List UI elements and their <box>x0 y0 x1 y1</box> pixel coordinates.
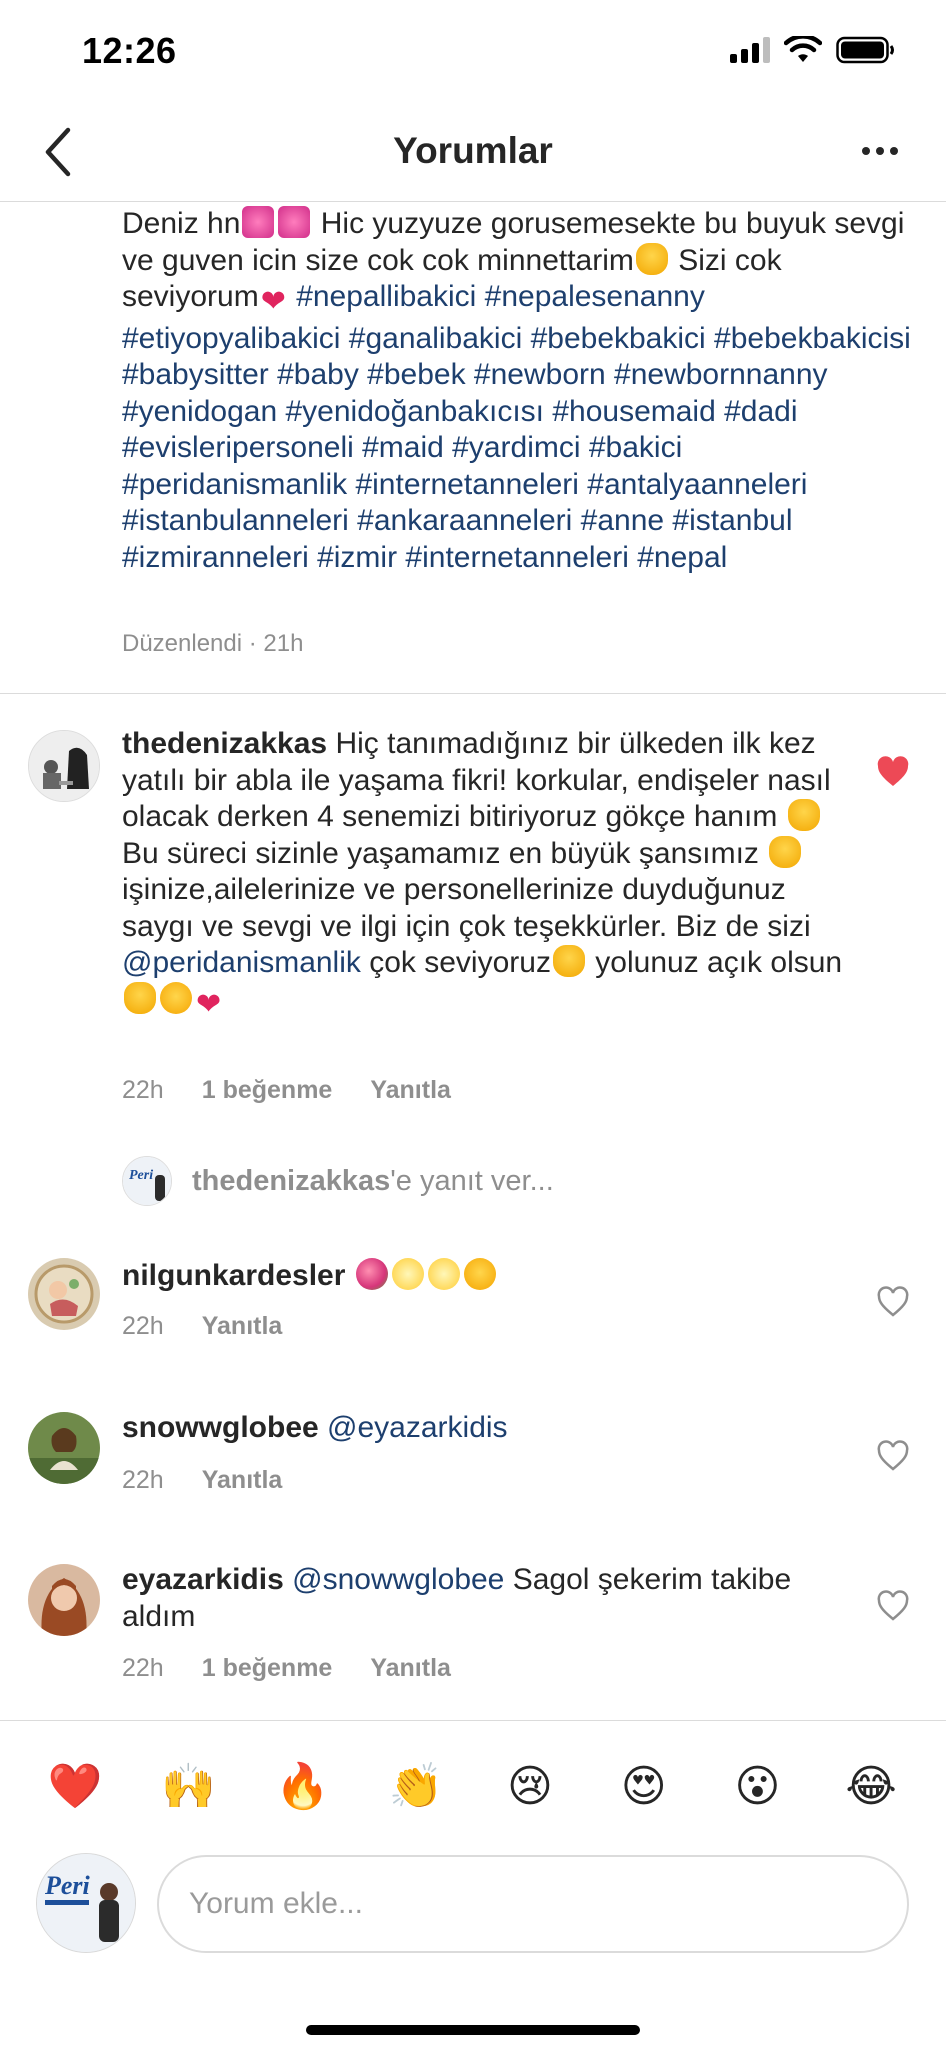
comment-username[interactable]: nilgunkardesler <box>122 1259 345 1292</box>
svg-text:Peri: Peri <box>129 1168 153 1183</box>
quick-emoji-heart[interactable]: ❤️ <box>46 1757 104 1815</box>
avatar[interactable] <box>28 730 100 802</box>
signal-icon <box>730 37 770 63</box>
comment-text: nilgunkardesler <box>122 1258 862 1295</box>
avatar-photo <box>29 731 99 801</box>
star-emoji-icon <box>391 1258 424 1290</box>
pray-emoji-icon <box>552 945 585 977</box>
heart-outline-icon[interactable] <box>876 1590 910 1622</box>
svg-text:Peri: Peri <box>44 1871 91 1900</box>
comment-input[interactable] <box>157 1855 909 1953</box>
reply-link[interactable]: Yanıtla <box>370 1076 451 1105</box>
status-bar: 12:26 <box>0 0 946 100</box>
caption-edited-time: Düzenlendi · 21h <box>122 630 304 657</box>
quick-emoji-cry[interactable]: 😢 <box>501 1757 559 1815</box>
avatar-photo <box>28 1564 100 1636</box>
comment-text: thedenizakkas Hiç tanımadığınız bir ülke… <box>122 726 862 1023</box>
likes-count-link[interactable]: 1 beğenme <box>202 1654 333 1683</box>
red-heart-emoji-icon: ❤ <box>260 285 286 318</box>
status-time: 12:26 <box>82 30 177 71</box>
ellipsis-icon[interactable] <box>850 126 910 176</box>
reply-prompt[interactable]: Peri thedenizakkas'e yanıt ver... <box>122 1156 554 1206</box>
kiss-emoji-icon <box>463 1258 496 1290</box>
caption-hashtags[interactable]: #nepallibakici #nepalesenanny #etiyopyal… <box>122 280 911 574</box>
comment-text: eyazarkidis @snowwglobee Sagol şekerim t… <box>122 1563 792 1633</box>
status-icons <box>730 36 896 64</box>
liked-heart-icon[interactable] <box>876 756 910 788</box>
quick-emoji-fire[interactable]: 🔥 <box>273 1757 331 1815</box>
comment-meta: 22h 1 beğenme Yanıtla <box>122 1654 451 1683</box>
peri-logo-avatar: Peri <box>123 1157 171 1205</box>
avatar[interactable] <box>28 1412 100 1484</box>
quick-emoji-laugh[interactable]: 😂 <box>842 1757 900 1815</box>
comment-text: snowwglobee @eyazarkidis <box>122 1410 862 1447</box>
heart-outline-icon[interactable] <box>876 1440 910 1472</box>
page-title: Yorumlar <box>393 130 553 171</box>
comment-meta: 22h 1 beğenme Yanıtla <box>122 1076 451 1105</box>
avatar: Peri <box>122 1156 172 1206</box>
avatar[interactable] <box>28 1564 100 1636</box>
reply-prompt-text: thedenizakkas'e yanıt ver... <box>192 1164 554 1197</box>
comment-time: 22h <box>122 1312 164 1340</box>
battery-icon <box>836 36 894 64</box>
comment-time: 22h <box>122 1076 164 1104</box>
reply-link[interactable]: Yanıtla <box>370 1654 451 1683</box>
comment-mention[interactable]: @peridanismanlik <box>122 946 361 979</box>
heart-outline-icon[interactable] <box>876 1286 910 1318</box>
composer-row: Peri <box>36 1849 910 1953</box>
nav-header: Yorumlar <box>0 100 946 202</box>
sparkling-heart-emoji-icon <box>278 206 311 238</box>
heart-eyes-emoji-icon <box>160 981 192 1014</box>
pray-emoji-icon <box>124 981 156 1014</box>
quick-emoji-wow[interactable]: 😮 <box>728 1757 786 1815</box>
quick-emoji-bar: ❤️ 🙌 🔥 👏 😢 😍 😮 😂 <box>0 1757 946 1815</box>
peri-logo-avatar: Peri <box>37 1854 135 1952</box>
reply-link[interactable]: Yanıtla <box>202 1466 283 1495</box>
likes-count-link[interactable]: 1 beğenme <box>202 1076 333 1105</box>
avatar[interactable] <box>28 1258 100 1330</box>
pray-emoji-icon <box>635 242 668 275</box>
bouquet-emoji-icon <box>355 1258 388 1290</box>
avatar-photo <box>28 1412 100 1484</box>
reply-link[interactable]: Yanıtla <box>202 1312 283 1341</box>
comment-username[interactable]: snowwglobee <box>122 1411 319 1444</box>
home-indicator <box>306 2025 640 2035</box>
quick-emoji-clap[interactable]: 👏 <box>387 1757 445 1815</box>
pray-emoji-icon <box>769 835 802 868</box>
caption-text: Deniz hn Hic yuzyuze gorusemesekte bu bu… <box>122 206 911 574</box>
comment-mention[interactable]: @eyazarkidis <box>327 1411 508 1444</box>
comment-username[interactable]: thedenizakkas <box>122 727 327 760</box>
comment-time: 22h <box>122 1654 164 1682</box>
quick-emoji-heart-eyes[interactable]: 😍 <box>615 1757 673 1815</box>
comment-username[interactable]: eyazarkidis <box>122 1563 284 1596</box>
wifi-icon <box>784 36 822 62</box>
avatar: Peri <box>36 1853 136 1953</box>
comment-meta: 22h Yanıtla <box>122 1466 282 1495</box>
star-emoji-icon <box>427 1258 460 1290</box>
comment-time: 22h <box>122 1466 164 1494</box>
gift-heart-emoji-icon <box>242 206 275 238</box>
post-caption: Deniz hn Hic yuzyuze gorusemesekte bu bu… <box>0 202 946 694</box>
comment-composer: ❤️ 🙌 🔥 👏 😢 😍 😮 😂 Peri <box>0 1720 946 2048</box>
pray-emoji-icon <box>787 799 820 831</box>
quick-emoji-raised-hands[interactable]: 🙌 <box>160 1757 218 1815</box>
comment-meta: 22h Yanıtla <box>122 1312 282 1341</box>
red-heart-emoji-icon: ❤ <box>196 987 222 1021</box>
avatar-photo <box>28 1258 100 1330</box>
comment-mention[interactable]: @snowwglobee <box>292 1563 504 1596</box>
